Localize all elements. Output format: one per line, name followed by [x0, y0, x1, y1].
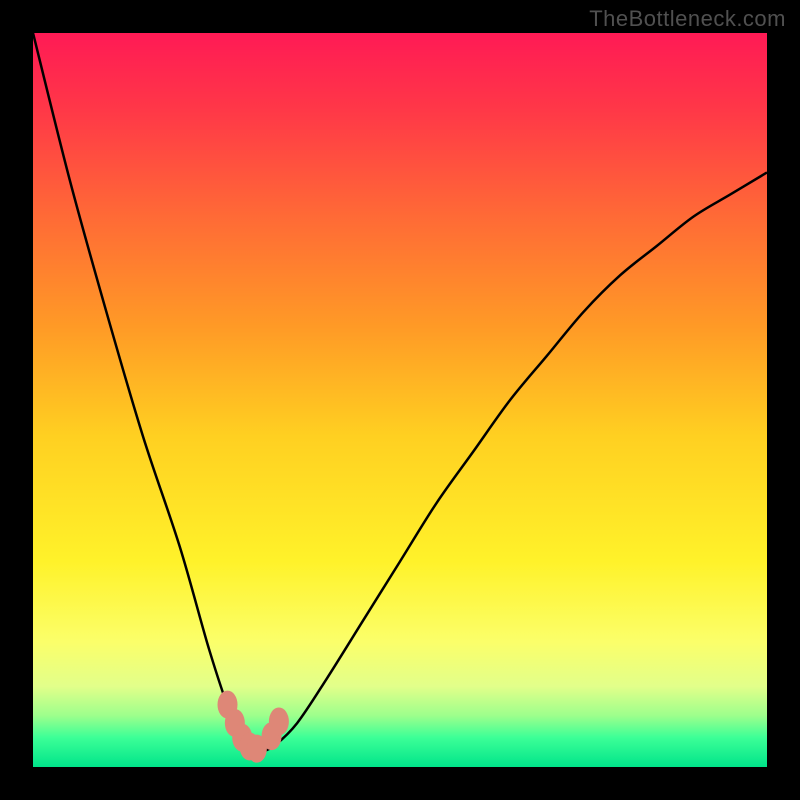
plot-svg — [33, 33, 767, 767]
plot-area — [33, 33, 767, 767]
watermark-text: TheBottleneck.com — [589, 6, 786, 32]
marker-point — [269, 707, 289, 735]
gradient-background — [33, 33, 767, 767]
chart-frame: TheBottleneck.com — [0, 0, 800, 800]
